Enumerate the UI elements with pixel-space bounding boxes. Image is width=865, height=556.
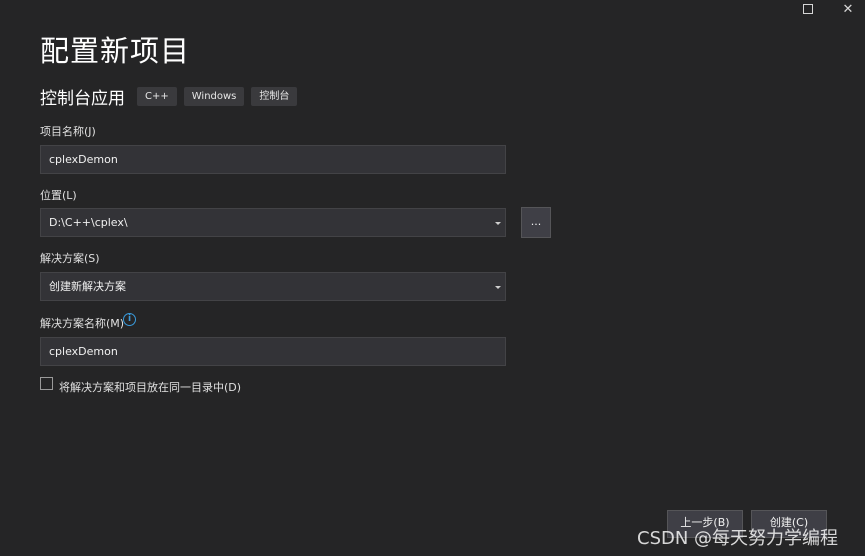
tag-platform: Windows xyxy=(183,87,245,106)
same-directory-checkbox[interactable] xyxy=(40,377,53,390)
location-label: 位置(L) xyxy=(40,189,77,202)
close-button[interactable]: ✕ xyxy=(828,0,865,18)
tag-project-type: 控制台 xyxy=(251,87,298,106)
close-icon: ✕ xyxy=(842,1,854,17)
solution-name-label: 解决方案名称(M) xyxy=(40,317,125,330)
solution-name-value: cplexDemon xyxy=(49,345,118,358)
project-name-value: cplexDemon xyxy=(49,153,118,166)
info-icon[interactable]: i xyxy=(123,313,136,326)
browse-button[interactable]: ... xyxy=(521,207,551,238)
solution-name-input[interactable]: cplexDemon xyxy=(40,337,506,366)
maximize-icon xyxy=(803,4,813,14)
watermark: CSDN @每天努力学编程 xyxy=(637,528,839,549)
chevron-down-icon xyxy=(495,222,501,225)
project-name-input[interactable]: cplexDemon xyxy=(40,145,506,174)
location-value: D:\C++\cplex\ xyxy=(49,216,128,229)
template-name: 控制台应用 xyxy=(40,89,125,109)
solution-label: 解决方案(S) xyxy=(40,252,100,265)
project-name-label: 项目名称(J) xyxy=(40,125,96,138)
tag-language: C++ xyxy=(137,87,177,106)
page-title: 配置新项目 xyxy=(40,34,191,68)
location-combobox[interactable]: D:\C++\cplex\ xyxy=(40,208,506,237)
chevron-down-icon xyxy=(495,286,501,289)
template-summary: 控制台应用 C++ Windows 控制台 xyxy=(40,84,304,109)
solution-value: 创建新解决方案 xyxy=(49,280,126,293)
solution-dropdown[interactable]: 创建新解决方案 xyxy=(40,272,506,301)
same-directory-label[interactable]: 将解决方案和项目放在同一目录中(D) xyxy=(59,379,241,395)
maximize-button[interactable] xyxy=(788,0,828,18)
